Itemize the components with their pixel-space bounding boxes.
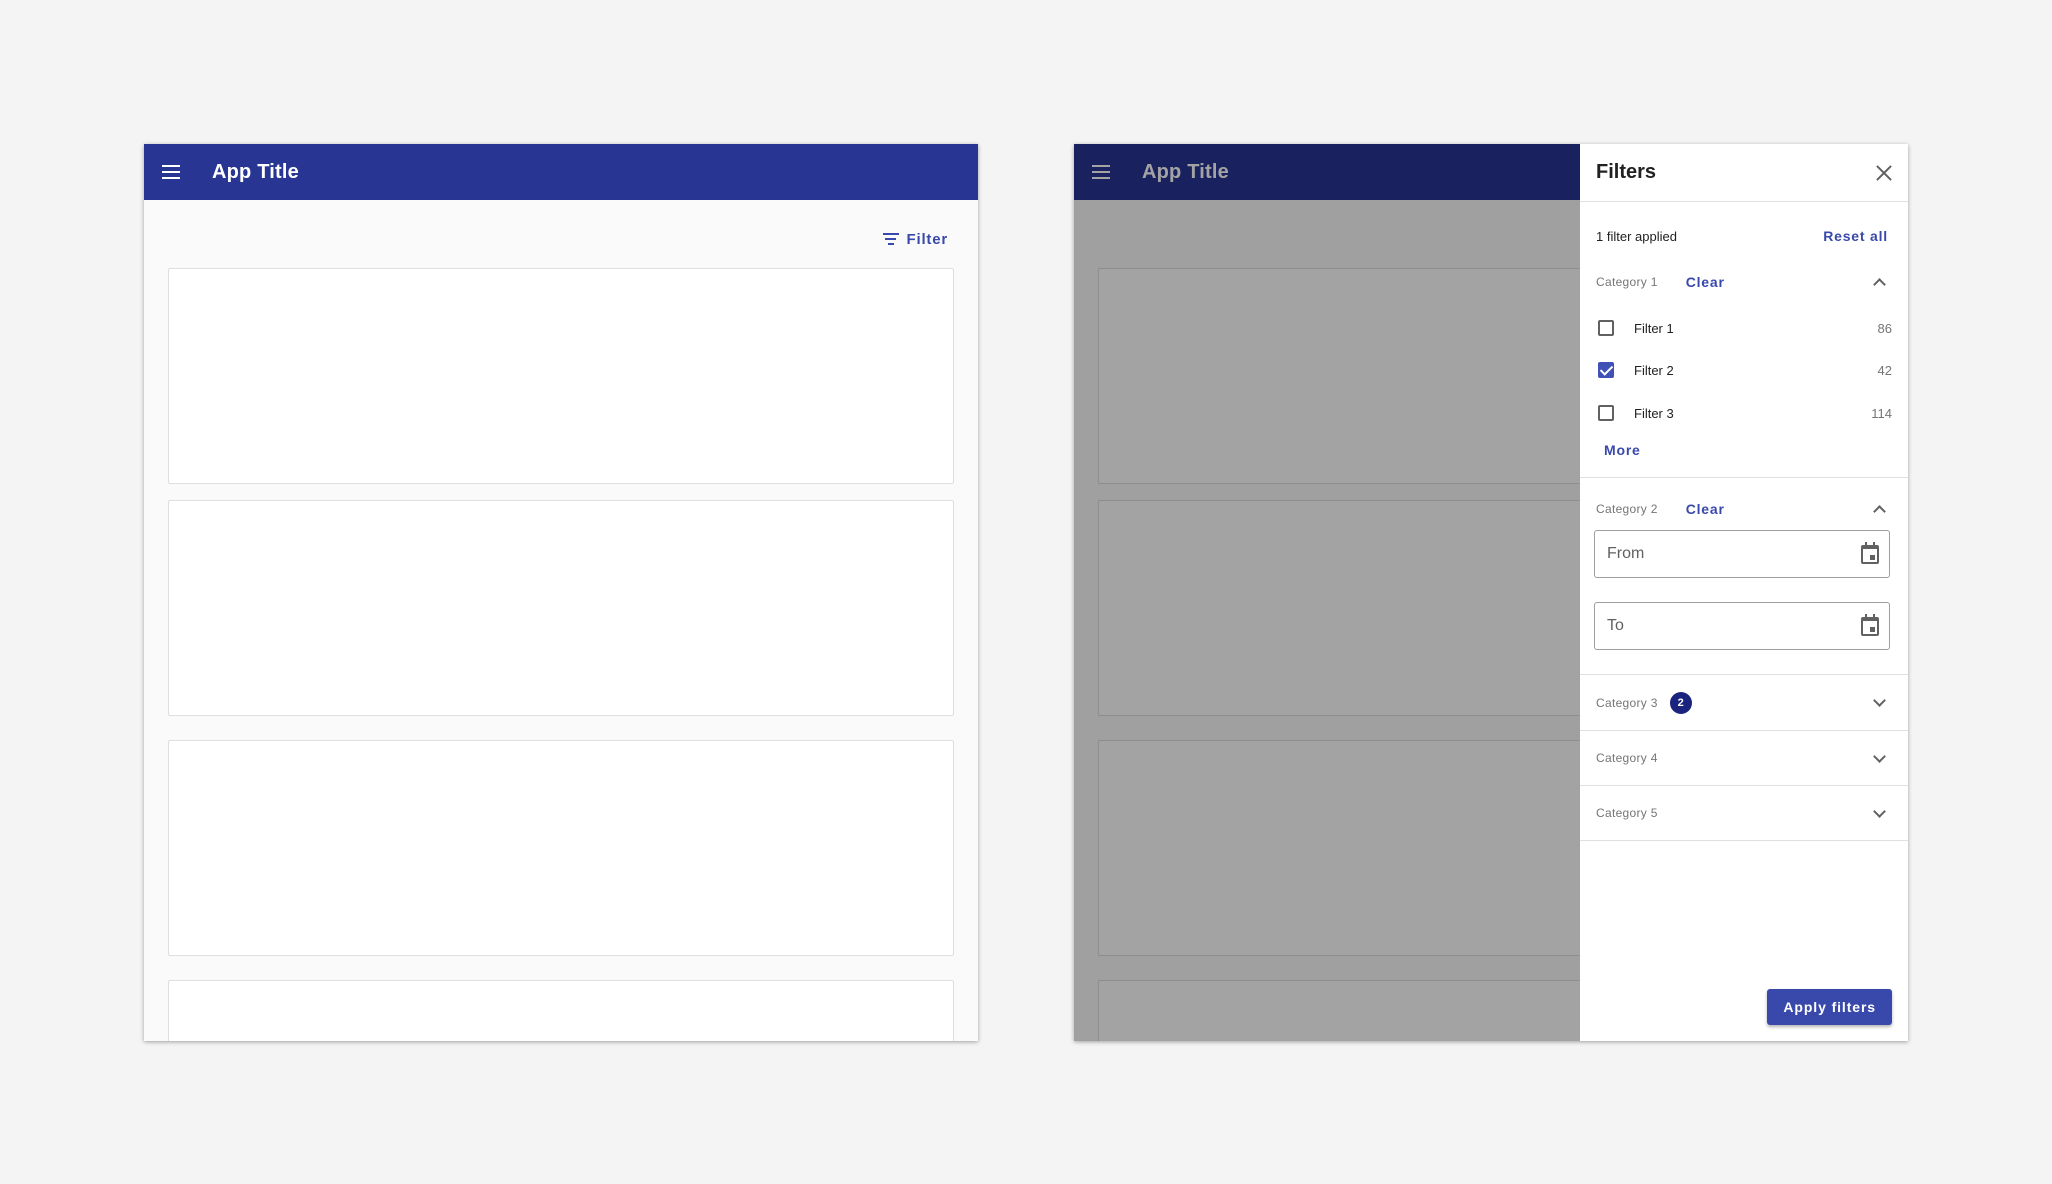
chevron-up-icon[interactable] [1873, 504, 1886, 518]
content-card[interactable] [168, 980, 954, 1041]
filter-list-icon [882, 233, 899, 245]
close-icon[interactable] [1876, 165, 1892, 181]
date-from-input[interactable] [1607, 545, 1837, 563]
filters-side-sheet: Filters 1 filter applied Reset all Categ… [1580, 144, 1908, 1041]
filters-applied-count: 1 filter applied [1596, 228, 1677, 244]
category-3-count-badge: 2 [1669, 691, 1692, 714]
category-5-header[interactable]: Category 5 [1580, 786, 1908, 840]
category-5-label: Category 5 [1596, 806, 1658, 820]
app-title: App Title [212, 160, 299, 183]
top-app-bar: App Title [144, 144, 978, 200]
category-2-header[interactable]: Category 2 Clear [1580, 495, 1908, 523]
chevron-down-icon[interactable] [1873, 694, 1886, 707]
category-4-label: Category 4 [1596, 751, 1658, 765]
content-card[interactable] [168, 740, 954, 956]
date-to-field[interactable] [1594, 602, 1890, 650]
filter-option-label: Filter 1 [1634, 320, 1674, 336]
menu-icon[interactable] [162, 165, 188, 179]
date-from-field[interactable] [1594, 530, 1890, 578]
filter-option-label: Filter 3 [1634, 405, 1674, 421]
more-button[interactable]: More [1604, 442, 1641, 458]
content-card[interactable] [168, 500, 954, 716]
chevron-down-icon[interactable] [1873, 804, 1886, 818]
filter-button-label: Filter [906, 230, 948, 248]
calendar-icon[interactable] [1861, 542, 1879, 564]
filter-option-label: Filter 2 [1634, 362, 1674, 378]
app-screen-default: App Title Filter [144, 144, 978, 1041]
filters-header: Filters [1580, 144, 1908, 202]
category-3-label: Category 3 [1596, 695, 1658, 710]
date-to-input[interactable] [1607, 617, 1837, 635]
filter-option-row[interactable]: Filter 2 42 [1580, 354, 1908, 386]
category-2-label: Category 2 [1596, 502, 1658, 516]
more-row: More [1580, 436, 1908, 464]
filter-1-checkbox[interactable] [1598, 320, 1614, 336]
category-1-label: Category 1 [1596, 275, 1658, 289]
category-4-header[interactable]: Category 4 [1580, 731, 1908, 785]
filter-option-count: 42 [1877, 362, 1892, 378]
apply-filters-button[interactable]: Apply filters [1767, 989, 1892, 1025]
chevron-up-icon[interactable] [1873, 277, 1886, 291]
filters-summary-row: 1 filter applied Reset all [1580, 222, 1908, 250]
category-1-header[interactable]: Category 1 Clear [1580, 268, 1908, 296]
calendar-icon[interactable] [1861, 614, 1879, 636]
filter-option-count: 114 [1871, 405, 1892, 421]
divider [1580, 477, 1908, 478]
content-card[interactable] [168, 268, 954, 484]
filter-3-checkbox[interactable] [1598, 405, 1614, 421]
filter-option-row[interactable]: Filter 1 86 [1580, 312, 1908, 344]
category-1-clear-button[interactable]: Clear [1686, 274, 1725, 290]
chevron-down-icon[interactable] [1873, 749, 1886, 763]
reset-all-button[interactable]: Reset all [1823, 228, 1888, 244]
category-2-clear-button[interactable]: Clear [1686, 501, 1725, 517]
category-3-header[interactable]: Category 3 2 [1580, 675, 1908, 730]
filters-title: Filters [1596, 161, 1657, 183]
app-screen-filters-open: App Title Filters 1 filter applied Reset… [1074, 144, 1908, 1041]
filter-button[interactable]: Filter [882, 224, 948, 254]
filter-option-count: 86 [1877, 320, 1892, 336]
filter-option-row[interactable]: Filter 3 114 [1580, 397, 1908, 429]
divider [1580, 840, 1908, 841]
filter-2-checkbox[interactable] [1598, 362, 1614, 378]
